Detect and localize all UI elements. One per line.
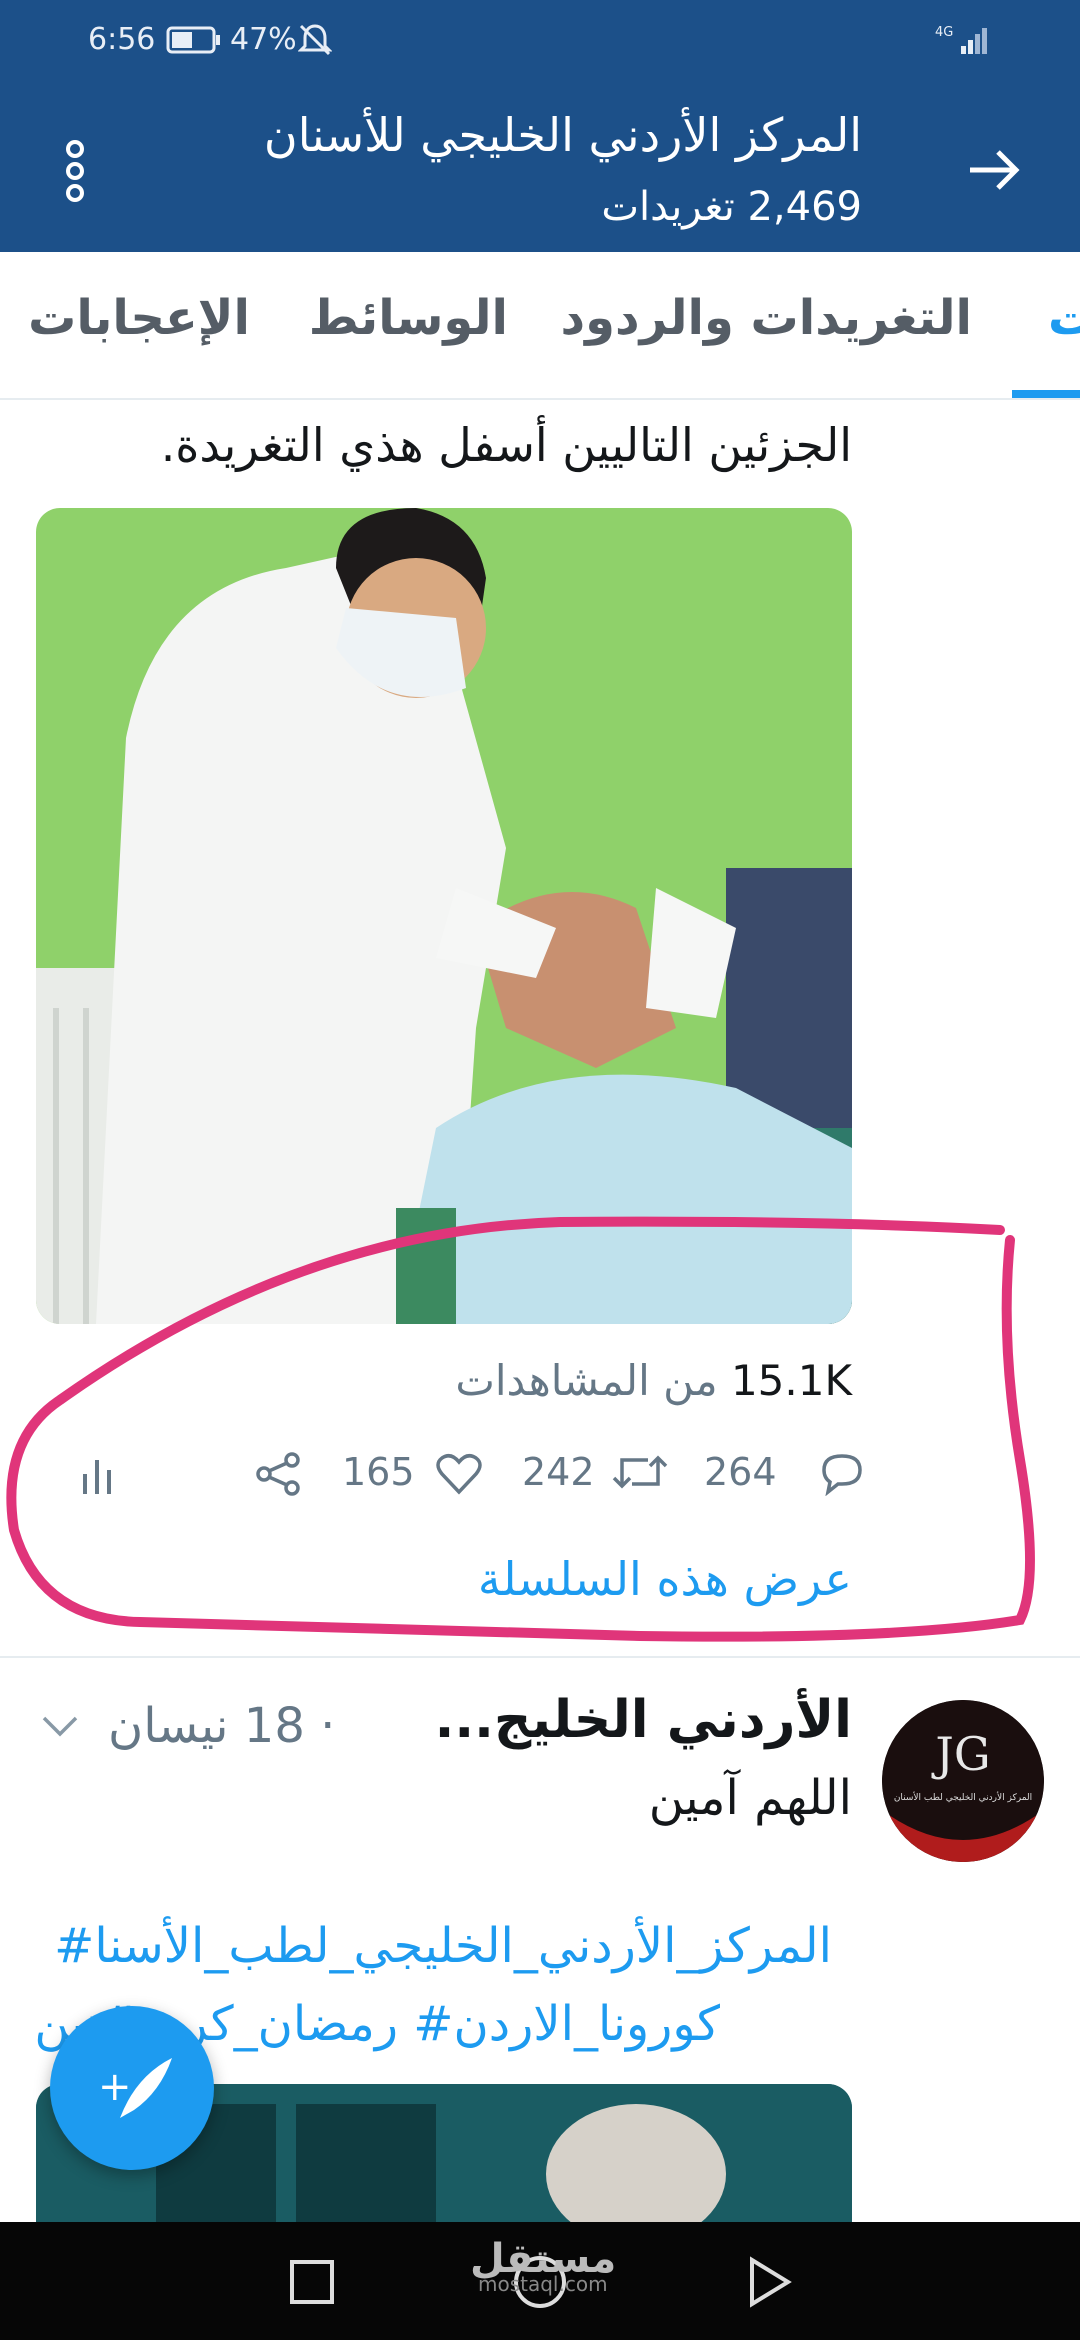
network-label: 4G [935,25,953,40]
svg-text:+: + [98,2064,132,2110]
active-tab-indicator [1012,390,1080,398]
mute-bell-icon [297,22,333,62]
chevron-down-icon[interactable] [40,1710,80,1744]
recents-button [290,2260,334,2304]
status-time: 6:56 [88,22,156,57]
tweet-date: · 18 نيسان [108,1698,336,1754]
author-name[interactable]: الأردني الخليج... [435,1690,852,1750]
tweet-text: الجزئين التاليين أسفل هذي التغريدة. [160,418,852,472]
divider [0,1656,1080,1658]
battery-icon [166,26,222,58]
tab-tweets-replies[interactable]: التغريدات والردود [561,290,972,346]
avatar-logo-text: المركز الأردني الخليجي لطب الأسنان [894,1791,1032,1803]
tab-tweets[interactable]: ت [1048,290,1080,346]
back-button [750,2256,792,2308]
svg-text:JG: JG [931,1727,990,1781]
tab-likes[interactable]: الإعجابات [28,290,250,346]
back-arrow-icon[interactable] [964,140,1024,204]
profile-title: المركز الأردني الخليجي للأسنان [263,108,862,162]
avatar[interactable]: JG المركز الأردني الخليجي لطب الأسنان [882,1700,1044,1862]
tweet2-text: اللهم آمين [648,1770,852,1826]
tweet-count: 2,469 تغريدات [601,184,862,230]
signal-icon: 4G [935,22,991,62]
watermark-sub: mostaql.com [478,2272,608,2296]
overflow-menu-icon[interactable] [66,140,86,204]
annotation-circle [0,1200,1080,1724]
tab-media[interactable]: الوسائط [309,290,508,346]
status-battery: 47% [230,22,297,57]
hashtag-line-1[interactable]: المركز_الأردني_الخليجي_لطب_الأسنا# [54,1918,832,1974]
compose-tweet-button[interactable]: + [50,2006,214,2170]
